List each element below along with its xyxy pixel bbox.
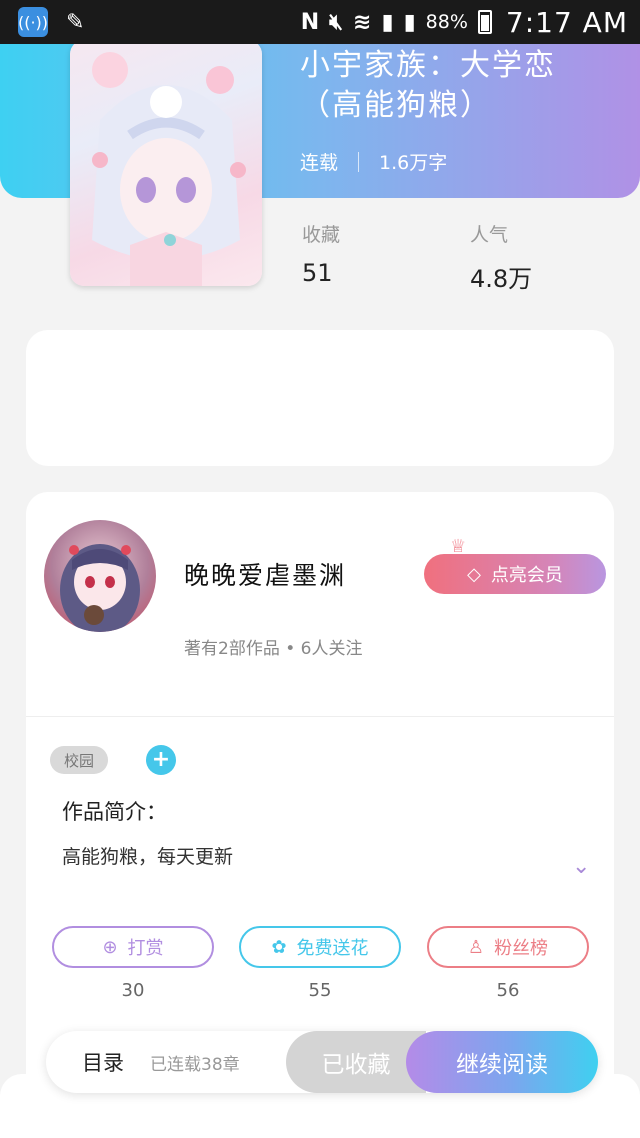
fan-user-icon: ♙ [467,936,485,958]
stat-label: 人气 [470,224,509,246]
book-cover-image[interactable] [70,40,262,286]
stat-value: 4.8万 [470,265,533,293]
catalog-button[interactable]: 目录 [82,1047,124,1077]
send-flower-label: 免费送花 [296,938,369,959]
divider [26,716,614,717]
reward-label: 打赏 [127,938,164,959]
status-bar: ((·)) ✎ N 🔇︎ ≋ ▮ ▮ 88% 7:17 AM [0,0,640,44]
app-notification-icon: ((·)) [18,7,48,37]
battery-percent: 88% [425,11,468,33]
intro-text: 高能狗粮，每天更新 [62,846,234,868]
stat-favorites: 收藏 51 [302,220,340,287]
stat-label: 收藏 [302,224,341,246]
wifi-icon: ≋ [353,9,372,35]
pen-icon: ✎ [66,9,85,35]
fan-count: 56 [496,980,520,1001]
tag-campus[interactable]: 校园 [50,746,109,774]
author-stats: 著有2部作品 • 6人关注 [184,639,363,659]
send-flower-button[interactable]: ✿ 免费送花 [239,926,401,968]
book-title: 小宇家族：大学恋（高能狗粮） [300,48,556,123]
flower-count: 55 [308,980,332,1001]
author-name[interactable]: 晚晚爱虐墨渊 [184,556,346,592]
serial-status: 已连载38章 [150,1055,240,1075]
vip-button-label: 点亮会员 [490,565,563,586]
bottom-action-bar: 目录 已连载38章 已收藏 继续阅读 [46,1031,598,1093]
mute-icon: 🔇︎ [329,9,344,35]
stat-value: 51 [302,259,333,287]
stat-popularity: 人气 4.8万 [470,220,532,294]
reward-count: 30 [121,980,145,1001]
clock: 7:17 AM [505,5,628,39]
meta-divider [358,151,360,172]
chevron-down-icon[interactable]: ⌄ [572,854,590,879]
sim1-icon: ▮ [381,9,394,35]
flower-icon: ✿ [271,936,287,958]
fan-ranking-button[interactable]: ♙ 粉丝榜 [427,926,589,968]
continue-reading-button[interactable]: 继续阅读 [406,1031,598,1093]
book-meta: 连载 1.6万字 [300,148,447,175]
book-status: 连载 [300,152,339,174]
battery-icon [477,10,492,34]
sim2-icon: ▮ [403,9,416,35]
author-avatar[interactable] [44,520,156,632]
activate-vip-button[interactable]: ◇ 点亮会员 [424,554,606,594]
yen-coin-icon: ⊕ [102,936,118,958]
diamond-icon: ◇ [467,563,481,585]
fan-ranking-label: 粉丝榜 [494,938,549,959]
book-word-count: 1.6万字 [379,152,448,174]
intro-title: 作品简介： [62,800,167,824]
nfc-icon: N [300,9,320,35]
collected-button[interactable]: 已收藏 [286,1031,426,1093]
reward-button[interactable]: ⊕ 打赏 [52,926,214,968]
blank-card [26,330,614,466]
add-tag-button[interactable]: + [146,745,176,775]
